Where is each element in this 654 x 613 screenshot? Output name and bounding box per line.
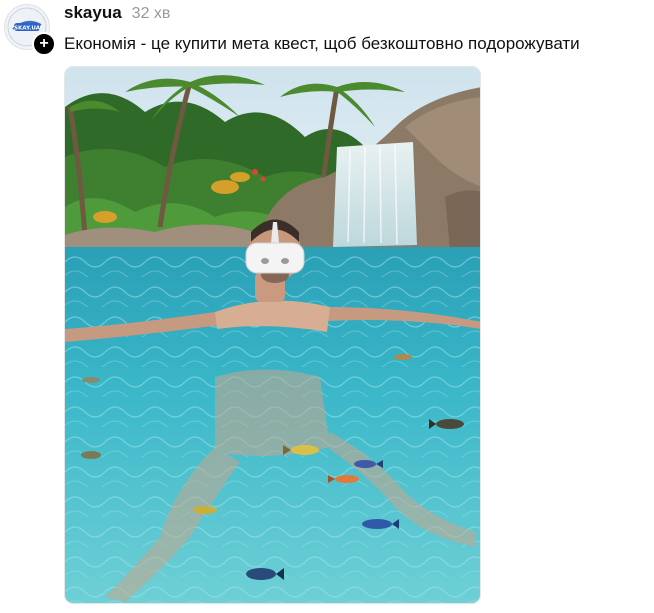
follow-button[interactable]: + [32,32,56,56]
post-image[interactable] [64,66,481,604]
avatar-logo-text: SKAY.UA [14,25,41,31]
plus-icon: + [39,35,49,52]
thread-post: SKAY.UA + skayua 32 хв Економія - це куп… [0,0,654,613]
pool-vr-photo [65,67,480,603]
avatar-container[interactable]: SKAY.UA + [4,4,56,56]
post-header: skayua 32 хв [64,3,170,23]
timestamp[interactable]: 32 хв [132,5,171,23]
username[interactable]: skayua [64,3,122,23]
post-caption: Економія - це купити мета квест, щоб без… [64,34,580,53]
